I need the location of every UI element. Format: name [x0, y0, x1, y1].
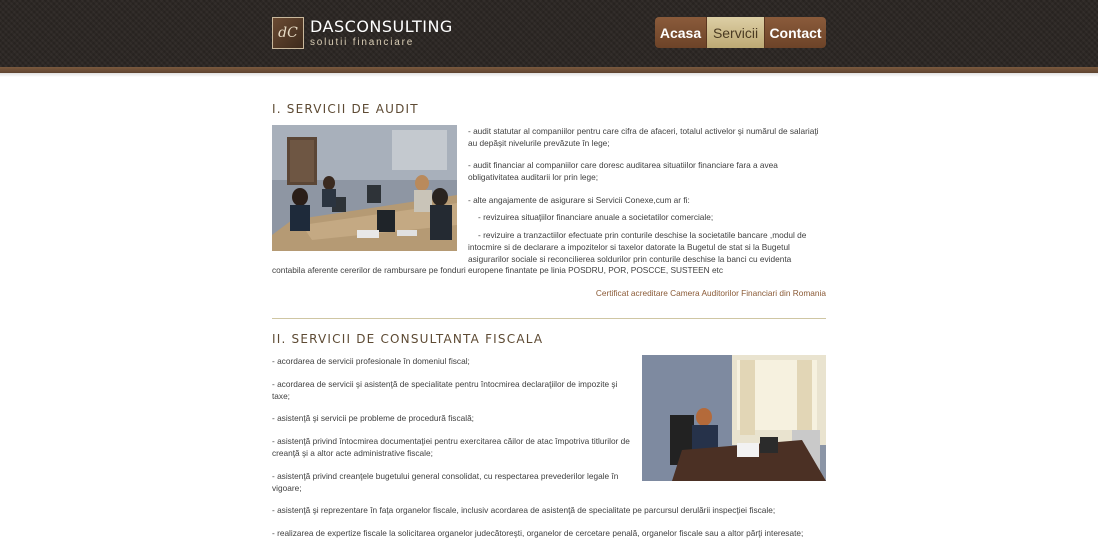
fiscal-item-6: - asistenţă şi reprezentare în faţa orga…: [272, 505, 776, 515]
audit-office-photo: [272, 125, 457, 251]
office-meeting-image: [272, 125, 457, 251]
header-shadow: [0, 73, 1098, 77]
nav-item-acasa[interactable]: Acasa: [655, 17, 707, 48]
section-title-fiscal: II. SERVICII DE CONSULTANTA FISCALA: [272, 332, 544, 346]
fiscal-office-photo: [642, 355, 826, 481]
fiscal-item-3: - asistenţă şi servicii pe probleme de p…: [272, 413, 474, 423]
logo-text: DASCONSULTING solutii financiare: [310, 16, 453, 48]
section-divider: [272, 318, 826, 319]
fiscal-item-2: - acordarea de servicii şi asistenţă de …: [272, 379, 618, 401]
nav-item-contact[interactable]: Contact: [765, 17, 826, 48]
audit-text-5: - revizuire a tranzactiilor efectuate pr…: [468, 230, 807, 264]
site-header: [0, 0, 1098, 67]
nav-item-servicii[interactable]: Servicii: [707, 17, 765, 48]
audit-text-5-cont: contabila aferente cererilor de rambursa…: [272, 265, 724, 275]
consultant-desk-image: [642, 355, 826, 481]
certificate-link[interactable]: Certificat acreditare Camera Auditorilor…: [596, 288, 826, 298]
fiscal-item-1: - acordarea de servicii profesionale în …: [272, 356, 470, 366]
audit-text-2: - audit financiar al companiilor care do…: [468, 160, 778, 182]
fiscal-item-5: - asistenţă privind creanţele bugetului …: [272, 471, 619, 493]
logo-mark-icon: dC: [272, 17, 304, 49]
brand-name: DASCONSULTING: [310, 16, 453, 36]
audit-text-3: - alte angajamente de asigurare si Servi…: [468, 195, 690, 205]
main-nav: Acasa Servicii Contact: [655, 17, 826, 48]
fiscal-item-4: - asistenţă privind întocmirea documenta…: [272, 436, 630, 458]
section-title-audit: I. SERVICII DE AUDIT: [272, 102, 419, 116]
audit-text-4: - revizuirea situaţiilor financiare anua…: [478, 212, 714, 222]
brand-tagline: solutii financiare: [310, 36, 415, 48]
audit-text-1: - audit statutar al companiilor pentru c…: [468, 126, 819, 148]
site-logo[interactable]: dC DASCONSULTING solutii financiare: [272, 17, 453, 49]
fiscal-item-7: - realizarea de expertize fiscale la sol…: [272, 528, 804, 538]
